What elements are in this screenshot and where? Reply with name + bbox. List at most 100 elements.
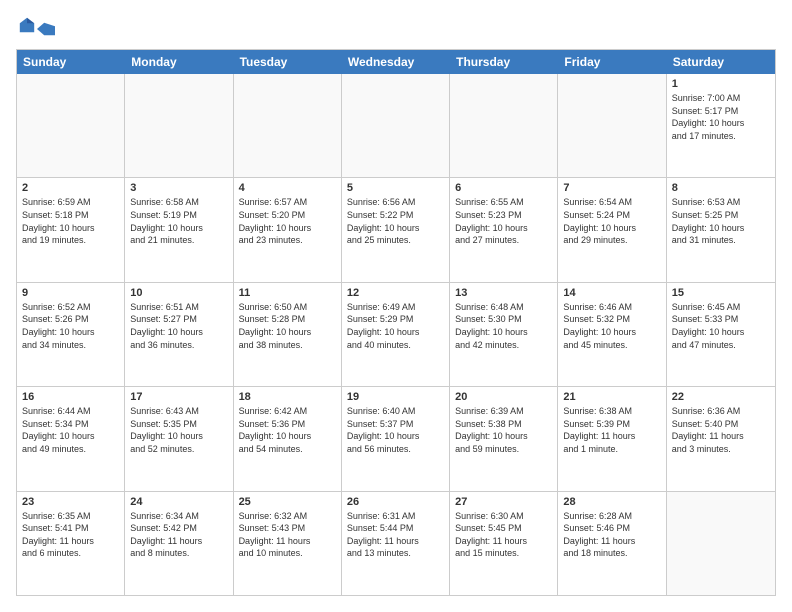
calendar-day-cell: 19 Sunrise: 6:40 AM Sunset: 5:37 PM Dayli…	[342, 387, 450, 490]
calendar-day-cell: 20Sunrise: 6:39 AM Sunset: 5:38 PM Dayli…	[450, 387, 558, 490]
day-info: Sunrise: 6:50 AM Sunset: 5:28 PM Dayligh…	[239, 301, 336, 351]
day-info: Sunrise: 6:45 AM Sunset: 5:33 PM Dayligh…	[672, 301, 770, 351]
day-number: 19	[347, 391, 444, 403]
day-info: Sunrise: 6:36 AM Sunset: 5:40 PM Dayligh…	[672, 405, 770, 455]
calendar-week-row: 23Sunrise: 6:35 AM Sunset: 5:41 PM Dayli…	[17, 492, 775, 595]
day-number: 4	[239, 182, 336, 194]
calendar-day-cell: 18Sunrise: 6:42 AM Sunset: 5:36 PM Dayli…	[234, 387, 342, 490]
day-info: Sunrise: 6:40 AM Sunset: 5:37 PM Dayligh…	[347, 405, 444, 455]
day-number: 5	[347, 182, 444, 194]
day-number: 15	[672, 287, 770, 299]
page: SundayMondayTuesdayWednesdayThursdayFrid…	[0, 0, 792, 612]
calendar-day-cell	[17, 74, 125, 177]
calendar-header: SundayMondayTuesdayWednesdayThursdayFrid…	[17, 50, 775, 74]
calendar: SundayMondayTuesdayWednesdayThursdayFrid…	[16, 49, 776, 596]
calendar-day-cell: 17 Sunrise: 6:43 AM Sunset: 5:35 PM Dayli…	[125, 387, 233, 490]
day-number: 24	[130, 496, 227, 508]
day-info: Sunrise: 6:58 AM Sunset: 5:19 PM Dayligh…	[130, 196, 227, 246]
day-number: 20	[455, 391, 552, 403]
calendar-day-cell: 13Sunrise: 6:48 AM Sunset: 5:30 PM Dayli…	[450, 283, 558, 386]
calendar-day-cell	[342, 74, 450, 177]
calendar-day-cell: 26 Sunrise: 6:31 AM Sunset: 5:44 PM Dayli…	[342, 492, 450, 595]
day-info: Sunrise: 6:57 AM Sunset: 5:20 PM Dayligh…	[239, 196, 336, 246]
calendar-header-day: Wednesday	[342, 50, 450, 74]
calendar-day-cell: 22Sunrise: 6:36 AM Sunset: 5:40 PM Dayli…	[667, 387, 775, 490]
calendar-header-day: Friday	[558, 50, 666, 74]
day-number: 6	[455, 182, 552, 194]
calendar-day-cell: 27 Sunrise: 6:30 AM Sunset: 5:45 PM Dayli…	[450, 492, 558, 595]
day-number: 17	[130, 391, 227, 403]
day-info: Sunrise: 6:53 AM Sunset: 5:25 PM Dayligh…	[672, 196, 770, 246]
day-number: 21	[563, 391, 660, 403]
calendar-day-cell	[450, 74, 558, 177]
calendar-day-cell: 3 Sunrise: 6:58 AM Sunset: 5:19 PM Daylig…	[125, 178, 233, 281]
calendar-day-cell: 6Sunrise: 6:55 AM Sunset: 5:23 PM Daylig…	[450, 178, 558, 281]
day-number: 9	[22, 287, 119, 299]
calendar-day-cell: 1 Sunrise: 7:00 AM Sunset: 5:17 PM Daylig…	[667, 74, 775, 177]
day-number: 2	[22, 182, 119, 194]
day-number: 28	[563, 496, 660, 508]
day-info: Sunrise: 6:43 AM Sunset: 5:35 PM Dayligh…	[130, 405, 227, 455]
calendar-day-cell	[234, 74, 342, 177]
calendar-day-cell: 11 Sunrise: 6:50 AM Sunset: 5:28 PM Dayli…	[234, 283, 342, 386]
day-info: Sunrise: 6:54 AM Sunset: 5:24 PM Dayligh…	[563, 196, 660, 246]
day-number: 18	[239, 391, 336, 403]
calendar-header-day: Tuesday	[234, 50, 342, 74]
calendar-header-day: Saturday	[667, 50, 775, 74]
logo-flag-icon	[37, 22, 55, 36]
day-info: Sunrise: 7:00 AM Sunset: 5:17 PM Dayligh…	[672, 92, 770, 142]
calendar-day-cell: 4 Sunrise: 6:57 AM Sunset: 5:20 PM Daylig…	[234, 178, 342, 281]
calendar-day-cell: 12 Sunrise: 6:49 AM Sunset: 5:29 PM Dayli…	[342, 283, 450, 386]
calendar-day-cell: 21 Sunrise: 6:38 AM Sunset: 5:39 PM Dayli…	[558, 387, 666, 490]
logo-icon	[18, 16, 36, 34]
calendar-header-day: Thursday	[450, 50, 558, 74]
logo	[16, 16, 55, 39]
day-info: Sunrise: 6:28 AM Sunset: 5:46 PM Dayligh…	[563, 510, 660, 560]
calendar-day-cell: 23Sunrise: 6:35 AM Sunset: 5:41 PM Dayli…	[17, 492, 125, 595]
day-number: 26	[347, 496, 444, 508]
calendar-day-cell: 14 Sunrise: 6:46 AM Sunset: 5:32 PM Dayli…	[558, 283, 666, 386]
day-number: 27	[455, 496, 552, 508]
calendar-day-cell: 9 Sunrise: 6:52 AM Sunset: 5:26 PM Daylig…	[17, 283, 125, 386]
calendar-day-cell: 24 Sunrise: 6:34 AM Sunset: 5:42 PM Dayli…	[125, 492, 233, 595]
calendar-day-cell: 16Sunrise: 6:44 AM Sunset: 5:34 PM Dayli…	[17, 387, 125, 490]
day-info: Sunrise: 6:32 AM Sunset: 5:43 PM Dayligh…	[239, 510, 336, 560]
header	[16, 16, 776, 39]
day-info: Sunrise: 6:46 AM Sunset: 5:32 PM Dayligh…	[563, 301, 660, 351]
calendar-day-cell: 10 Sunrise: 6:51 AM Sunset: 5:27 PM Dayli…	[125, 283, 233, 386]
day-number: 23	[22, 496, 119, 508]
day-number: 13	[455, 287, 552, 299]
day-info: Sunrise: 6:30 AM Sunset: 5:45 PM Dayligh…	[455, 510, 552, 560]
calendar-day-cell: 15 Sunrise: 6:45 AM Sunset: 5:33 PM Dayli…	[667, 283, 775, 386]
calendar-day-cell	[558, 74, 666, 177]
calendar-week-row: 16Sunrise: 6:44 AM Sunset: 5:34 PM Dayli…	[17, 387, 775, 491]
calendar-day-cell	[667, 492, 775, 595]
day-number: 16	[22, 391, 119, 403]
day-info: Sunrise: 6:31 AM Sunset: 5:44 PM Dayligh…	[347, 510, 444, 560]
calendar-header-day: Monday	[125, 50, 233, 74]
day-info: Sunrise: 6:52 AM Sunset: 5:26 PM Dayligh…	[22, 301, 119, 351]
day-info: Sunrise: 6:49 AM Sunset: 5:29 PM Dayligh…	[347, 301, 444, 351]
day-number: 1	[672, 78, 770, 90]
day-number: 14	[563, 287, 660, 299]
day-number: 10	[130, 287, 227, 299]
calendar-week-row: 1 Sunrise: 7:00 AM Sunset: 5:17 PM Daylig…	[17, 74, 775, 178]
day-number: 12	[347, 287, 444, 299]
day-info: Sunrise: 6:34 AM Sunset: 5:42 PM Dayligh…	[130, 510, 227, 560]
calendar-day-cell: 5 Sunrise: 6:56 AM Sunset: 5:22 PM Daylig…	[342, 178, 450, 281]
calendar-day-cell: 25Sunrise: 6:32 AM Sunset: 5:43 PM Dayli…	[234, 492, 342, 595]
calendar-day-cell: 7 Sunrise: 6:54 AM Sunset: 5:24 PM Daylig…	[558, 178, 666, 281]
day-info: Sunrise: 6:38 AM Sunset: 5:39 PM Dayligh…	[563, 405, 660, 455]
calendar-day-cell	[125, 74, 233, 177]
calendar-week-row: 2 Sunrise: 6:59 AM Sunset: 5:18 PM Daylig…	[17, 178, 775, 282]
calendar-week-row: 9 Sunrise: 6:52 AM Sunset: 5:26 PM Daylig…	[17, 283, 775, 387]
day-number: 7	[563, 182, 660, 194]
day-info: Sunrise: 6:56 AM Sunset: 5:22 PM Dayligh…	[347, 196, 444, 246]
day-number: 11	[239, 287, 336, 299]
calendar-header-day: Sunday	[17, 50, 125, 74]
day-info: Sunrise: 6:59 AM Sunset: 5:18 PM Dayligh…	[22, 196, 119, 246]
calendar-day-cell: 2 Sunrise: 6:59 AM Sunset: 5:18 PM Daylig…	[17, 178, 125, 281]
day-info: Sunrise: 6:51 AM Sunset: 5:27 PM Dayligh…	[130, 301, 227, 351]
calendar-body: 1 Sunrise: 7:00 AM Sunset: 5:17 PM Daylig…	[17, 74, 775, 595]
day-number: 3	[130, 182, 227, 194]
